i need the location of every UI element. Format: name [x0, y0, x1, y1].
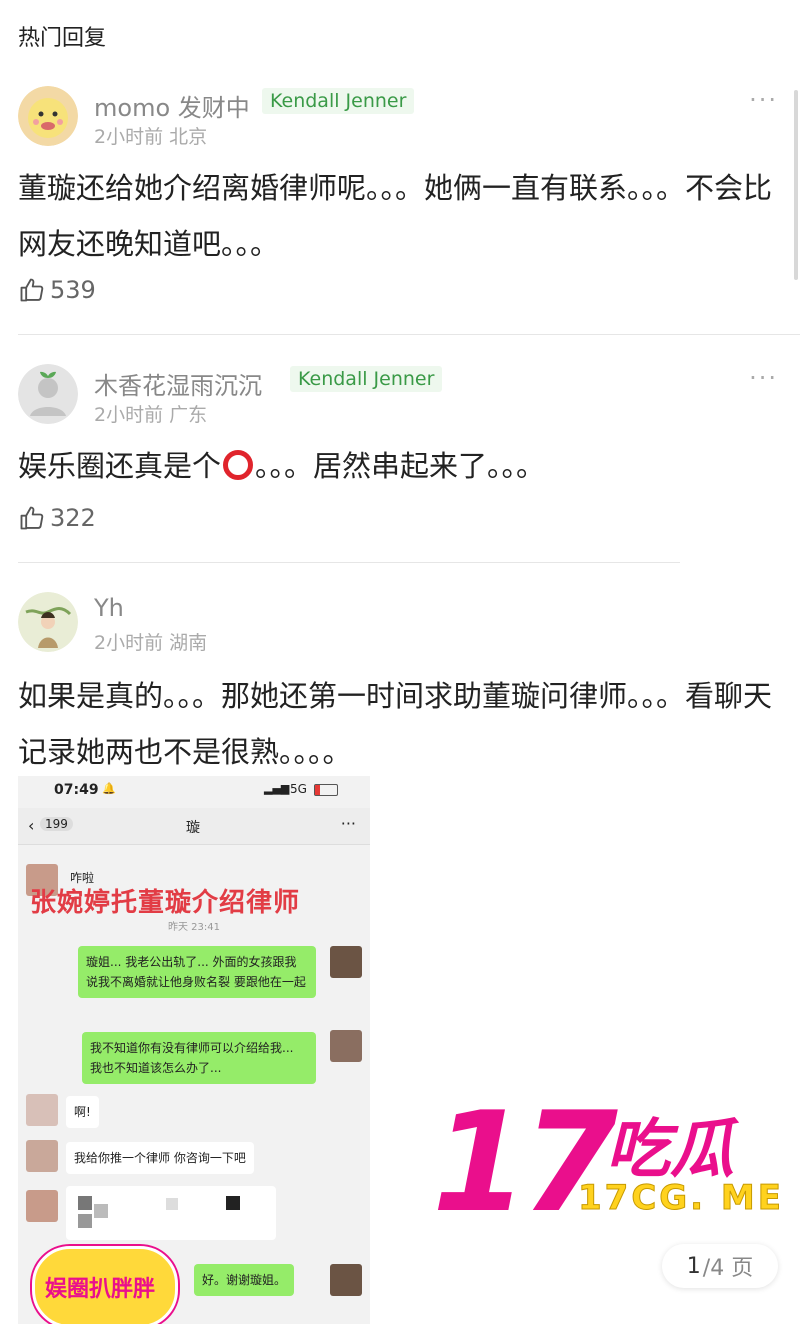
thumbs-up-icon — [20, 506, 44, 530]
red-circle-icon — [223, 450, 254, 480]
comment-meta: 2小时前 北京 — [94, 126, 208, 148]
chat-screenshot[interactable]: 07:49 🔔 ▂▄▆ 5G ‹ 199 璇 ··· 咋啦 张婉婷托董璇介绍律师… — [18, 776, 370, 1324]
divider — [18, 334, 800, 335]
comment-text: 娱乐圈还真是个 。。。居然串起来了。。。 — [18, 438, 788, 494]
chat-bubble: 好。谢谢璇姐。 — [194, 1264, 295, 1296]
chat-bubble: 璇姐... 我老公出轨了... 外面的女孩跟我说我不离婚就让他身败名裂 要跟他在… — [78, 946, 316, 998]
sticker-logo: 娱圈扒胖胖 — [32, 1246, 178, 1324]
watermark-number: 17 — [432, 1082, 618, 1243]
watermark-brand: 吃瓜 — [606, 1113, 734, 1187]
sender-avatar — [26, 1190, 58, 1222]
avatar[interactable] — [18, 592, 78, 652]
like-button[interactable]: 539 — [18, 276, 96, 304]
username[interactable]: 木香花湿雨沉沉 — [94, 366, 262, 401]
status-time: 07:49 — [54, 782, 99, 798]
page-total: /4 页 — [702, 1256, 754, 1281]
self-avatar — [330, 946, 362, 978]
comment-meta: 2小时前 广东 — [94, 404, 208, 426]
avatar[interactable] — [18, 86, 78, 146]
bell-icon: 🔔 — [102, 782, 116, 795]
avatar[interactable] — [18, 364, 78, 424]
status-bar: 07:49 🔔 ▂▄▆ 5G — [18, 776, 370, 806]
username[interactable]: momo 发财中 — [94, 88, 250, 123]
like-count: 539 — [50, 276, 96, 304]
chat-more-icon[interactable]: ··· — [341, 814, 356, 833]
divider — [18, 562, 680, 563]
sticker-text: 娱圈扒胖胖 — [45, 1277, 156, 1302]
network-label: 5G — [290, 782, 307, 796]
user-badge: Kendall Jenner — [262, 88, 415, 114]
overlay-caption: 张婉婷托董璇介绍律师 — [30, 888, 301, 918]
comment-text-part: 娱乐圈还真是个 — [18, 449, 222, 483]
chat-bubble: 我不知道你有没有律师可以介绍给我... 我也不知道该怎么办了... — [82, 1032, 316, 1084]
sender-avatar — [26, 1094, 58, 1126]
back-icon[interactable]: ‹ — [28, 816, 34, 835]
thumbs-up-icon — [20, 278, 44, 302]
sender-avatar — [26, 1140, 58, 1172]
unread-count: 199 — [40, 817, 73, 831]
more-icon[interactable]: ··· — [749, 364, 778, 392]
scrollbar[interactable] — [794, 90, 798, 280]
contact-card — [66, 1186, 276, 1240]
comment-text: 董璇还给她介绍离婚律师呢。。。她俩一直有联系。。。不会比网友还晚知道吧。。。 — [18, 171, 773, 261]
page-indicator[interactable]: 1 /4 页 — [662, 1244, 778, 1288]
signal-icon: ▂▄▆ — [264, 782, 290, 795]
chat-nav: ‹ 199 璇 ··· — [18, 808, 370, 845]
comment-text-part: 。。。居然串起来了。。。 — [255, 449, 546, 483]
user-badge: Kendall Jenner — [290, 366, 443, 392]
chat-timestamp: 昨天 23:41 — [168, 922, 220, 933]
comment-meta: 2小时前 湖南 — [94, 632, 208, 654]
like-button[interactable]: 322 — [18, 504, 96, 532]
watermark-url: 17CG. ME — [578, 1178, 784, 1219]
comment-text: 如果是真的。。。那她还第一时间求助董璇问律师。。。看聊天记录她两也不是很熟。。。… — [18, 679, 773, 769]
self-avatar — [330, 1264, 362, 1296]
chat-bubble: 我给你推一个律师 你咨询一下吧 — [66, 1142, 254, 1174]
section-title: 热门回复 — [18, 26, 107, 51]
like-count: 322 — [50, 504, 96, 532]
more-icon[interactable]: ··· — [749, 86, 778, 114]
self-avatar — [330, 1030, 362, 1062]
battery-icon — [314, 784, 338, 796]
chat-title: 璇 — [186, 820, 200, 836]
page-current: 1 — [686, 1253, 701, 1279]
username[interactable]: Yh — [94, 594, 124, 622]
chat-bubble: 啊! — [66, 1096, 99, 1128]
